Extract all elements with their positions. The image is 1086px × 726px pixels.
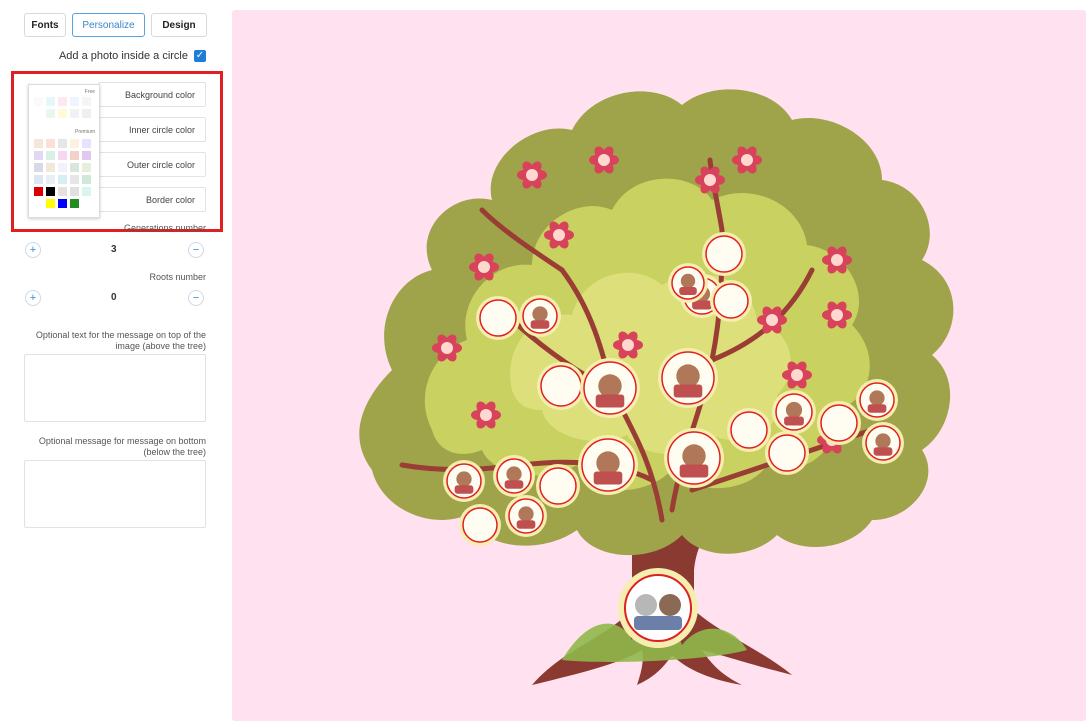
family-member-circle[interactable] bbox=[765, 431, 809, 475]
bottom-message-label: Optional message for message on bottom (… bbox=[38, 436, 206, 457]
family-member-circle[interactable] bbox=[493, 455, 535, 497]
top-message-label: Optional text for the message on top of … bbox=[35, 330, 206, 351]
generations-label: Generations number bbox=[123, 223, 206, 233]
top-message-textarea[interactable] bbox=[24, 354, 206, 422]
family-member-circle[interactable] bbox=[580, 358, 640, 418]
family-member-circle[interactable] bbox=[817, 401, 861, 445]
family-member-circle[interactable] bbox=[727, 408, 771, 452]
photo-checkbox[interactable]: ✓ bbox=[194, 50, 206, 62]
bottom-message-textarea[interactable] bbox=[24, 460, 206, 528]
roots-plus-button[interactable]: + bbox=[25, 290, 41, 306]
family-member-circle[interactable] bbox=[856, 379, 898, 421]
roots-minus-button[interactable]: − bbox=[188, 290, 204, 306]
root-grandpa-avatar bbox=[659, 594, 681, 616]
family-member-circle[interactable] bbox=[668, 263, 708, 303]
root-portrait-inner bbox=[624, 574, 692, 642]
tab-bar: Fonts Personalize Design bbox=[24, 13, 207, 37]
generations-plus-button[interactable]: + bbox=[25, 242, 41, 258]
family-member-circle[interactable] bbox=[536, 464, 580, 508]
family-member-circle[interactable] bbox=[476, 296, 520, 340]
tab-personalize[interactable]: Personalize bbox=[72, 13, 145, 37]
roots-value: 0 bbox=[111, 292, 117, 303]
family-member-circle[interactable] bbox=[459, 504, 501, 546]
settings-sidebar: Fonts Personalize Design Add a photo ins… bbox=[0, 0, 223, 721]
family-tree-illustration bbox=[359, 89, 954, 685]
tab-fonts[interactable]: Fonts bbox=[24, 13, 66, 37]
family-member-circle[interactable] bbox=[710, 280, 752, 322]
root-couple-body bbox=[634, 616, 682, 630]
annotation-highlight-box bbox=[11, 71, 223, 232]
family-member-circle[interactable] bbox=[862, 422, 904, 464]
generations-minus-button[interactable]: − bbox=[188, 242, 204, 258]
generations-value: 3 bbox=[111, 244, 117, 255]
tab-design[interactable]: Design bbox=[151, 13, 207, 37]
root-grandma-avatar bbox=[635, 594, 657, 616]
family-member-circle[interactable] bbox=[519, 295, 561, 337]
family-member-circle[interactable] bbox=[702, 232, 746, 276]
family-member-circle[interactable] bbox=[772, 390, 816, 434]
family-member-circle[interactable] bbox=[578, 435, 638, 495]
family-tree-canvas bbox=[232, 10, 1086, 721]
family-member-circle[interactable] bbox=[505, 495, 547, 537]
family-member-circle[interactable] bbox=[658, 348, 718, 408]
family-member-circle[interactable] bbox=[664, 428, 724, 488]
roots-label: Roots number bbox=[149, 272, 206, 282]
photo-toggle[interactable]: Add a photo inside a circle ✓ bbox=[59, 50, 206, 62]
family-member-circle[interactable] bbox=[443, 460, 485, 502]
photo-toggle-label: Add a photo inside a circle bbox=[58, 50, 188, 62]
family-member-circle[interactable] bbox=[537, 362, 585, 410]
